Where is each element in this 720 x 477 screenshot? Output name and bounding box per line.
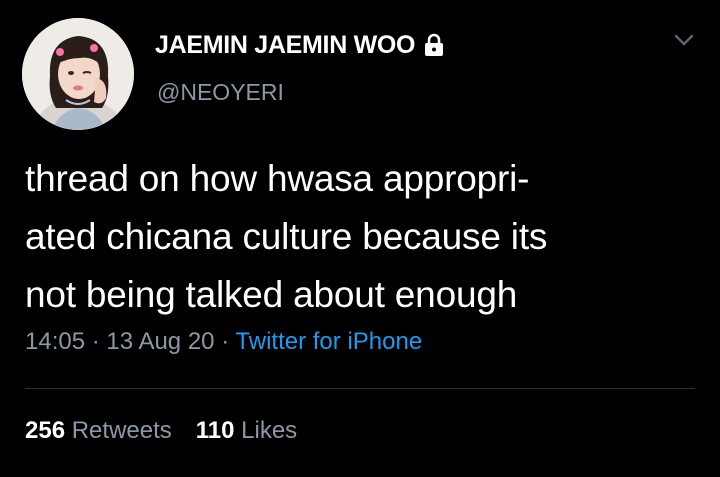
avatar[interactable] — [22, 18, 134, 130]
tweet-text-line: ated chicana culture because its — [25, 216, 548, 257]
retweets-stat[interactable]: 256 Retweets — [25, 417, 172, 444]
tweet-text-line: thread on how hwasa appropri- — [25, 158, 530, 199]
tweet-text-line: not being talked about enough — [25, 274, 518, 315]
meta-separator: · — [91, 328, 100, 355]
retweets-label: Retweets — [71, 417, 172, 444]
tweet-source-link[interactable]: Twitter for iPhone — [235, 328, 422, 355]
chevron-down-icon[interactable] — [672, 30, 696, 50]
user-handle[interactable]: @NEOYERI — [157, 79, 284, 106]
lock-icon — [423, 33, 445, 57]
retweets-count: 256 — [25, 417, 66, 444]
tweet-stats: 256 Retweets 110 Likes — [25, 417, 297, 445]
divider — [25, 388, 695, 389]
tweet-card: JAEMIN JAEMIN WOO @NEOYERI thread on how… — [0, 0, 720, 477]
likes-stat[interactable]: 110 Likes — [196, 417, 297, 444]
tweet-meta: 14:05 · 13 Aug 20 · Twitter for iPhone — [25, 328, 422, 356]
tweet-text: thread on how hwasa appropri- ated chica… — [25, 150, 705, 324]
avatar-photo — [22, 18, 134, 130]
likes-count: 110 — [195, 417, 235, 444]
display-name[interactable]: JAEMIN JAEMIN WOO — [155, 31, 416, 60]
likes-label: Likes — [241, 417, 298, 444]
display-name-row[interactable]: JAEMIN JAEMIN WOO — [155, 28, 445, 62]
tweet-time[interactable]: 14:05 — [25, 328, 85, 355]
meta-separator: · — [221, 328, 230, 355]
tweet-date[interactable]: 13 Aug 20 — [106, 328, 214, 355]
